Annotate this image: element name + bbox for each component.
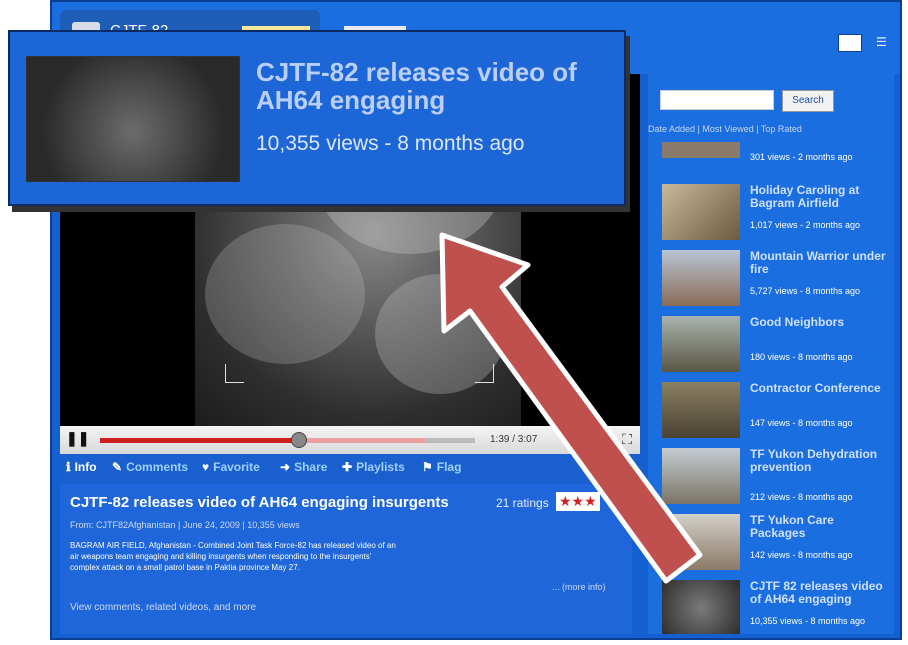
tab-favorite[interactable]: ♥ Favorite: [202, 460, 260, 474]
tab-share[interactable]: ➜ Share: [280, 460, 327, 474]
video-byline: From: CJTF82Afghanistan | June 24, 2009 …: [70, 520, 300, 530]
callout-thumbnail: [26, 56, 240, 182]
progress-fill: [100, 438, 299, 443]
pause-icon[interactable]: ❚❚: [66, 430, 89, 447]
buffer-bar: [298, 438, 427, 443]
video-title: CJTF-82 releases video of AH64 engaging …: [70, 494, 449, 511]
callout-title: CJTF-82 releases video of AH64 engaging: [256, 57, 577, 115]
heart-icon: ♥: [202, 460, 210, 474]
view-comments-link[interactable]: View comments, related videos, and more: [70, 602, 256, 613]
search-button[interactable]: Search: [782, 90, 834, 112]
callout-meta: 10,355 views - 8 months ago: [256, 132, 525, 155]
list-view-icon[interactable]: ☰: [876, 36, 888, 48]
search-input[interactable]: [660, 90, 774, 110]
plus-icon: ✚: [342, 460, 353, 474]
tab-comments[interactable]: ✎ Comments: [112, 460, 188, 474]
grid-view-icon[interactable]: [838, 34, 862, 52]
comment-icon: ✎: [112, 460, 123, 474]
tab-info[interactable]: ℹ Info: [66, 460, 97, 474]
zoom-callout: CJTF-82 releases video of AH64 engaging …: [8, 30, 626, 206]
share-icon: ➜: [280, 460, 291, 474]
video-description: BAGRAM AIR FIELD, Afghanistan - Combined…: [70, 541, 396, 572]
video-thumbnail[interactable]: [662, 142, 740, 158]
red-arrow-annotation: [439, 232, 703, 584]
progress-bar[interactable]: [100, 432, 475, 448]
tab-playlists[interactable]: ✚ Playlists: [342, 460, 405, 474]
scrubber-handle[interactable]: [290, 432, 307, 448]
sort-links[interactable]: Date Added | Most Viewed | Top Rated: [648, 124, 802, 134]
info-icon: ℹ: [66, 460, 71, 474]
